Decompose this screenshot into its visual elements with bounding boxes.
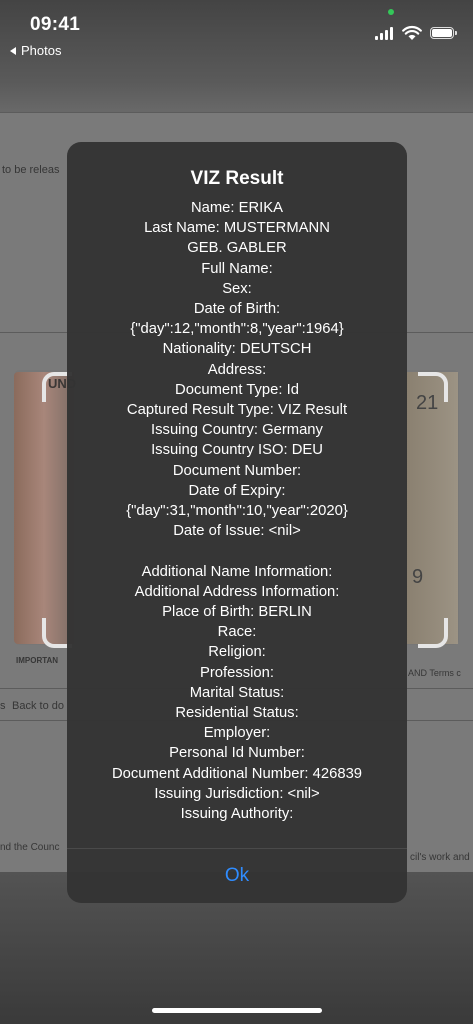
dialog-message-line: Profession: [199,664,275,681]
back-label: Photos [21,43,62,58]
status-time: 09:41 [30,14,81,35]
background-divider [0,112,473,113]
dialog-message-line: Date of Issue: <nil> [173,523,301,540]
scan-frame-corner-bottom-right [418,618,448,648]
dialog-message-line: Captured Result Type: VIZ Result [126,402,348,419]
dialog-message-line: Additional Name Information: [141,563,333,580]
dialog-message-line: Document Number: [172,462,302,479]
dialog-message-line: Date of Expiry: [188,482,286,499]
background-text: AND Terms c [408,668,461,678]
dialog-message-line: Race: [217,624,257,641]
dialog-message-line: Place of Birth: BERLIN [162,604,312,621]
dialog-message-line: Document Type: Id [175,381,299,398]
dialog-message-line: Marital Status: [189,684,285,701]
dialog-message-line: Name: ERIKA [190,200,284,216]
dialog-message-line: {"day":31,"month":10,"year":2020} [126,503,348,520]
id-card-photo-area [14,372,74,644]
dialog-message-line: Issuing Jurisdiction: <nil> [154,785,320,802]
card-digits: 9 [412,566,424,588]
dialog-message-line: Employer: [203,725,271,742]
dialog-message-line: Issuing Country ISO: DEU [151,442,323,459]
dialog-message: Name: ERIKA Last Name: MUSTERMANN GEB. GAB… [67,198,407,824]
back-to-photos-link[interactable]: Photos [10,43,61,58]
scan-frame-corner-top-right [418,372,448,402]
cellular-signal-icon [375,26,393,40]
dialog-message-line: Sex: [222,280,252,297]
background-text: nd the Counc [0,842,60,853]
dialog-message-line: Nationality: DEUTSCH [162,341,312,358]
dialog-message-line: Full Name: [201,260,273,277]
dialog-message-line: Religion: [208,644,266,661]
dialog-message-line: Issuing Country: Germany [151,422,323,439]
ok-button[interactable]: Ok [67,849,407,903]
dialog-message-line: Address: [207,361,267,378]
camera-in-use-indicator [388,9,394,15]
dialog-message-line: Last Name: MUSTERMANN [144,220,330,237]
battery-icon [430,27,457,39]
dialog-message-line: GEB. GABLER [187,240,287,257]
dialog-message-line: Residential Status: [175,705,299,722]
background-text: to be releas [2,164,60,176]
status-bar: 09:41 Photos [0,0,473,64]
dialog-message-line: Additional Address Information: [134,583,340,600]
background-text: Back to do [12,700,64,712]
dialog-message-line: Date of Birth: [193,301,281,318]
background-text: cil's work and [410,852,470,863]
dialog-title: VIZ Result [190,168,284,189]
background-text: IMPORTAN [16,656,59,665]
dialog-message-line: Issuing Authority: [180,806,294,823]
back-arrow-icon [10,46,16,55]
background-text: s [0,700,6,712]
wifi-icon [402,25,422,40]
viz-result-dialog: VIZ Result Name: ERIKA Last Name: MUSTERM… [67,142,407,903]
dialog-message-line: Personal Id Number: [169,745,305,762]
dialog-message-line [67,541,407,561]
home-indicator[interactable] [152,1008,322,1013]
dialog-message-line: Document Additional Number: 426839 [111,765,363,782]
dialog-message-line: {"day":12,"month":8,"year":1964} [130,321,344,338]
